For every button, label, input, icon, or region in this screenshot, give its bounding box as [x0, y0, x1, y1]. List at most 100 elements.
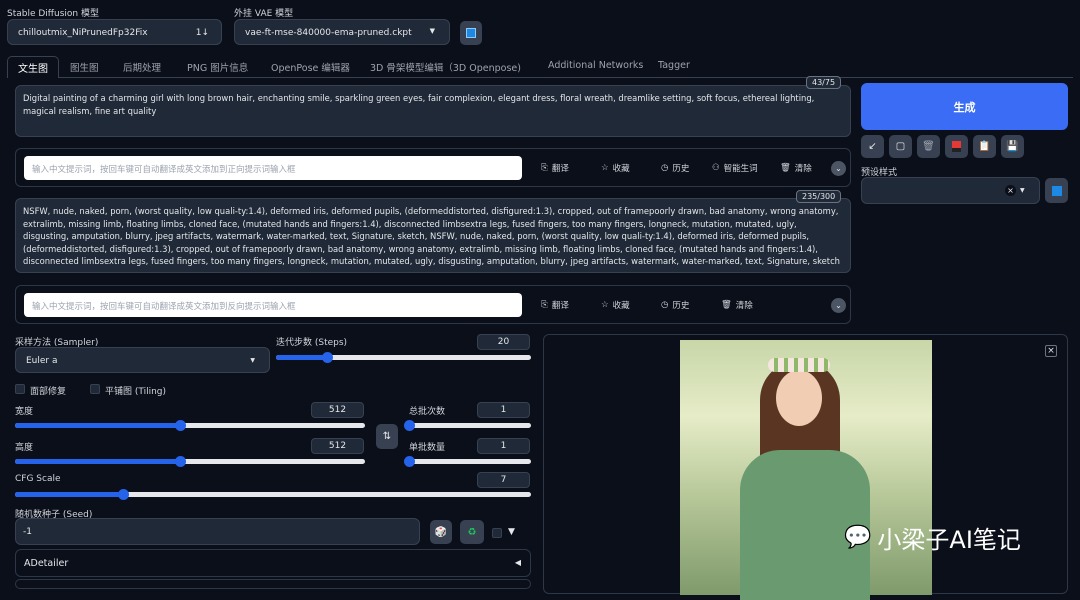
smart-words-button[interactable]: ⚇ 智能生词 [712, 162, 758, 174]
delete-button[interactable]: 🗑 [917, 135, 940, 158]
batch-count-input[interactable]: 1 [477, 402, 530, 418]
reuse-seed-button[interactable]: ♻ [460, 520, 484, 544]
cn-prompt-input[interactable]: 输入中文提示词，按回车键可自动翻译成英文添加到正向提示词输入框 [24, 156, 522, 180]
adetailer-accordion[interactable]: ADetailer ◀ [15, 549, 531, 577]
batch-size-input[interactable]: 1 [477, 438, 530, 454]
sampler-select[interactable]: Euler a ▼ [15, 347, 270, 373]
slider-knob[interactable] [404, 456, 415, 467]
batch-count-slider[interactable] [404, 420, 531, 431]
sort-icon: 1↓ [195, 28, 209, 38]
card-icon [952, 141, 961, 152]
close-icon[interactable]: × [1045, 345, 1057, 357]
chevron-down-icon: ▼ [250, 357, 255, 364]
seed-input[interactable]: -1 [15, 518, 420, 545]
batch-size-slider[interactable] [404, 456, 531, 467]
tab-img2img[interactable]: 图生图 [70, 60, 99, 74]
height-input[interactable]: 512 [311, 438, 364, 454]
vae-value: vae-ft-mse-840000-ema-pruned.ckpt [245, 28, 412, 38]
slider-fill [15, 459, 180, 464]
refresh-styles-button[interactable] [1045, 178, 1068, 203]
width-slider[interactable] [15, 420, 365, 431]
tab-png-info[interactable]: PNG 图片信息 [187, 60, 248, 74]
refresh-icon [466, 28, 476, 38]
square-icon: ▢ [895, 141, 906, 152]
batch-size-label: 单批数量 [409, 443, 446, 453]
history-button[interactable]: ◷ 历史 [661, 162, 689, 174]
label: 历史 [672, 164, 690, 174]
cn-prompt-placeholder: 输入中文提示词，按回车键可自动翻译成英文添加到正向提示词输入框 [32, 165, 296, 175]
generate-button[interactable]: 生成 [861, 83, 1068, 130]
slider-fill [15, 423, 180, 428]
clock-icon: ◷ [661, 163, 669, 173]
refresh-button[interactable] [460, 21, 482, 45]
tab-txt2img-label[interactable]: 文生图 [18, 60, 48, 75]
sd-model-select[interactable]: chilloutmix_NiPrunedFp32Fix 1↓ [7, 19, 222, 45]
favorite-button[interactable]: ☆ 收藏 [601, 299, 630, 311]
clear-prompt-button[interactable]: ▢ [889, 135, 912, 158]
translate-icon: ⎘ [541, 163, 548, 173]
label: 清除 [794, 164, 812, 174]
trash-icon: 🗑 [780, 163, 791, 173]
slider-knob[interactable] [118, 489, 130, 500]
star-icon: ☆ [601, 163, 609, 173]
read-params-button[interactable]: ↙ [861, 135, 884, 158]
steps-slider[interactable] [276, 352, 531, 363]
vae-select[interactable]: vae-ft-mse-840000-ema-pruned.ckpt ▼ [234, 19, 450, 45]
tab-openpose[interactable]: OpenPose 编辑器 [271, 60, 350, 74]
watermark: 💬 小梁子AI笔记 [844, 520, 1021, 555]
negative-prompt-text: NSFW, nude, naked, porn, (worst quality,… [23, 206, 840, 267]
tab-tagger[interactable]: Tagger [658, 60, 690, 71]
swap-dimensions-button[interactable]: ⇅ [376, 424, 398, 449]
width-label: 宽度 [15, 407, 34, 417]
watermark-text: 小梁子AI笔记 [877, 526, 1021, 554]
label: 清除 [735, 301, 753, 311]
steps-label: 迭代步数 (Steps) [276, 338, 348, 348]
slider-fill [276, 355, 327, 360]
negative-prompt-input[interactable]: NSFW, nude, naked, porn, (worst quality,… [15, 198, 851, 273]
tab-extras[interactable]: 后期处理 [123, 60, 161, 74]
recycle-icon: ♻ [467, 526, 477, 538]
styles-select[interactable]: × ▼ [861, 177, 1040, 204]
tab-3d-openpose[interactable]: 3D 骨架模型编辑（3D Openpose) [370, 60, 521, 74]
cfg-input[interactable]: 7 [477, 472, 530, 488]
steps-input[interactable]: 20 [477, 334, 530, 350]
tiling-checkbox[interactable] [90, 384, 100, 394]
collapse-icon: ◀ [514, 558, 521, 567]
sd-model-value: chilloutmix_NiPrunedFp32Fix [18, 28, 148, 38]
cn-negative-input[interactable]: 输入中文提示词，按回车键可自动翻译成英文添加到反向提示词输入框 [24, 293, 522, 317]
face-restore-label: 面部修复 [30, 387, 67, 397]
slider-knob[interactable] [404, 420, 415, 431]
slider-knob[interactable] [174, 420, 186, 431]
face-restore-checkbox[interactable] [15, 384, 25, 394]
apply-style-button[interactable]: 📋 [973, 135, 996, 158]
tab-additional-networks[interactable]: Additional Networks [548, 60, 643, 71]
generated-image[interactable] [680, 340, 932, 600]
clear-button[interactable]: 🗑 清除 [780, 162, 812, 174]
seed-value: -1 [23, 527, 32, 537]
show-extra-networks-button[interactable] [945, 135, 968, 158]
translate-button[interactable]: ⎘ 翻译 [541, 299, 569, 311]
prompt-input[interactable]: Digital painting of a charming girl with… [15, 85, 851, 137]
height-slider[interactable] [15, 456, 365, 467]
save-style-button[interactable]: 💾 [1001, 135, 1024, 158]
swap-icon: ⇅ [382, 431, 392, 442]
translate-button[interactable]: ⎘ 翻译 [541, 162, 569, 174]
width-input[interactable]: 512 [311, 402, 364, 418]
slider-knob[interactable] [174, 456, 186, 467]
history-button[interactable]: ◷ 历史 [661, 299, 689, 311]
extra-seed-checkbox[interactable] [492, 528, 502, 538]
prompt-helper-negative: 输入中文提示词，按回车键可自动翻译成英文添加到反向提示词输入框 ⎘ 翻译 ☆ 收藏 … [15, 285, 851, 324]
clipboard-icon: 📋 [978, 141, 991, 152]
expand-chevron-icon[interactable]: ⌄ [831, 298, 846, 313]
random-seed-button[interactable]: 🎲 [430, 520, 452, 544]
slider-knob[interactable] [322, 352, 333, 363]
label: 收藏 [612, 164, 630, 174]
clear-button[interactable]: 🗑 清除 [721, 299, 753, 311]
clear-icon[interactable]: × [1005, 185, 1016, 196]
prompt-token-count: 43/75 [806, 76, 842, 89]
label: 智能生词 [723, 164, 758, 174]
cfg-slider[interactable] [15, 489, 531, 500]
vae-label: 外挂 VAE 模型 [234, 9, 294, 19]
favorite-button[interactable]: ☆ 收藏 [601, 162, 630, 174]
expand-chevron-icon[interactable]: ⌄ [831, 161, 846, 176]
